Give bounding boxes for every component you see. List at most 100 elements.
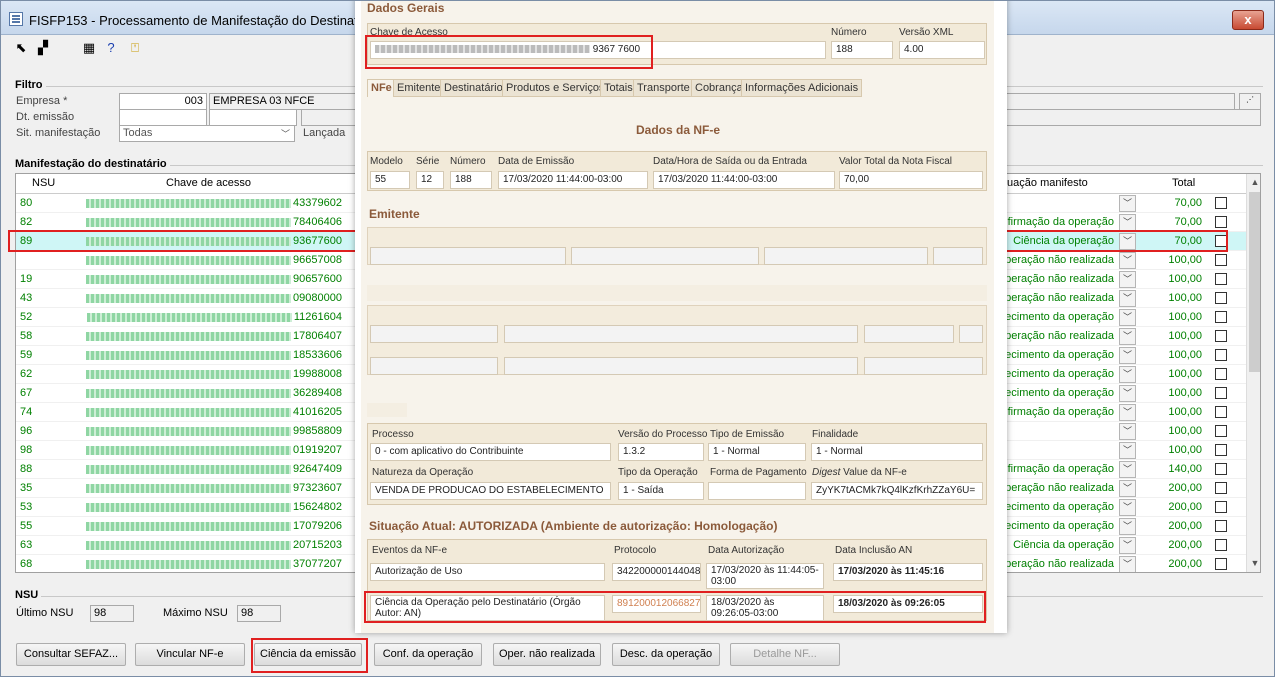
conf-operacao-button[interactable]: Conf. da operação [374,643,482,666]
versao-xml-field: 4.00 [899,41,985,59]
nfe-tabs: NFe Emitente Destinatário Produtos e Ser… [367,79,987,97]
tab-nfe[interactable]: NFe [367,79,396,97]
chevron-down-icon[interactable]: ﹀ [1119,499,1136,516]
chevron-down-icon[interactable]: ﹀ [1119,233,1136,250]
row-chave: 37077207 [76,558,342,570]
row-checkbox[interactable] [1215,311,1227,323]
emitente-nome-blurred [571,247,759,265]
row-checkbox[interactable] [1215,406,1227,418]
row-chave-suffix: 78406406 [293,216,342,228]
row-nsu: 52 [20,311,33,323]
chevron-down-icon[interactable]: ﹀ [1119,366,1136,383]
row-checkbox[interactable] [1215,197,1227,209]
row-checkbox[interactable] [1215,520,1227,532]
filter-title: Filtro [15,79,46,91]
chevron-down-icon[interactable]: ﹀ [1119,518,1136,535]
tab-cobranca[interactable]: Cobrança [691,79,747,97]
chevron-down-icon[interactable]: ﹀ [1119,252,1136,269]
col-nsu[interactable]: NSU [32,177,55,189]
chevron-down-icon[interactable]: ﹀ [1119,537,1136,554]
tab-info-adicionais[interactable]: Informações Adicionais [741,79,863,97]
row-checkbox[interactable] [1215,539,1227,551]
chevron-down-icon[interactable]: ﹀ [1119,271,1136,288]
row-total: 100,00 [1168,349,1202,361]
chevron-down-icon[interactable]: ﹀ [1119,423,1136,440]
data-inclusao-label: Data Inclusão AN [835,545,913,556]
tab-emitente[interactable]: Emitente [393,79,445,97]
row-checkbox[interactable] [1215,501,1227,513]
row-checkbox[interactable] [1215,216,1227,228]
chevron-down-icon[interactable]: ﹀ [1119,290,1136,307]
row-nsu: 74 [20,406,33,418]
row-checkbox[interactable] [1215,235,1227,247]
desc-operacao-button[interactable]: Desc. da operação [612,643,720,666]
chevron-down-icon[interactable]: ﹀ [1119,556,1136,572]
ultimo-nsu-field: 98 [90,605,134,622]
scroll-down-icon[interactable]: ▼ [1247,558,1260,568]
row-checkbox[interactable] [1215,273,1227,285]
dt-emissao-from-field[interactable] [119,109,207,126]
arrow-icon[interactable]: ⬉ [13,40,29,56]
chevron-down-icon[interactable]: ﹀ [1119,480,1136,497]
col-total[interactable]: Total [1172,177,1195,189]
chevron-down-icon[interactable]: ﹀ [1119,385,1136,402]
lookup-icon[interactable]: ⋰ [1239,93,1261,110]
scroll-up-icon[interactable]: ▲ [1247,177,1260,187]
chevron-down-icon[interactable]: ﹀ [1119,328,1136,345]
nfe-detail-popup: Dados Gerais Chave de Acesso 9367 7600 N… [355,1,1007,633]
scroll-thumb[interactable] [1249,192,1260,372]
lancada-label: Lançada [303,127,346,139]
row-checkbox[interactable] [1215,254,1227,266]
windows-icon[interactable]: ▞ [35,40,51,56]
tab-transporte[interactable]: Transporte [633,79,694,97]
dt-emissao-label: Dt. emissão [16,111,75,123]
row-chave: 09080000 [76,292,342,304]
row-chave-suffix: 11261604 [293,311,342,323]
row-checkbox[interactable] [1215,349,1227,361]
grid-icon[interactable]: ▦ [81,40,97,56]
ciencia-emissao-button[interactable]: Ciência da emissão [254,643,362,666]
tab-produtos[interactable]: Produtos e Serviços [502,79,609,97]
row-checkbox[interactable] [1215,482,1227,494]
row-checkbox[interactable] [1215,330,1227,342]
col-situacao[interactable]: tuação manifesto [1004,177,1088,189]
chevron-down-icon[interactable]: ﹀ [1119,404,1136,421]
row-checkbox[interactable] [1215,292,1227,304]
help-icon[interactable]: ? [103,40,119,56]
blurred-key [86,293,292,303]
row-chave-suffix: 20715203 [293,539,342,551]
row-checkbox[interactable] [1215,463,1227,475]
row-total: 70,00 [1174,197,1202,209]
row-chave-suffix: 19988008 [293,368,342,380]
row-checkbox[interactable] [1215,558,1227,570]
col-chave[interactable]: Chave de acesso [166,177,251,189]
door-icon[interactable]: ⍞ [127,40,143,56]
row-chave: 97323607 [76,482,342,494]
blurred-key [86,426,292,436]
sit-manifestacao-select[interactable]: Todas ﹀ [119,125,295,142]
row-total: 100,00 [1168,254,1202,266]
chevron-down-icon[interactable]: ﹀ [1119,309,1136,326]
vincular-nfe-button[interactable]: Vincular NF-e [135,643,245,666]
chevron-down-icon[interactable]: ﹀ [1119,461,1136,478]
row-checkbox[interactable] [1215,387,1227,399]
ev1-protocolo: 342200000144048 [612,563,701,581]
vertical-scrollbar[interactable]: ▲ ▼ [1246,174,1260,572]
chevron-down-icon[interactable]: ﹀ [1119,347,1136,364]
row-checkbox[interactable] [1215,425,1227,437]
close-button[interactable]: x [1232,10,1264,30]
dt-emissao-to-field[interactable] [209,109,297,126]
data-saida-field: 17/03/2020 11:44:00-03:00 [653,171,835,189]
row-nsu: 43 [20,292,33,304]
row-checkbox[interactable] [1215,368,1227,380]
chevron-down-icon[interactable]: ﹀ [1119,195,1136,212]
oper-nao-realizada-button[interactable]: Oper. não realizada [493,643,601,666]
blurred-key [86,540,292,550]
consultar-sefaz-button[interactable]: Consultar SEFAZ... [16,643,126,666]
chevron-down-icon[interactable]: ﹀ [1119,442,1136,459]
row-checkbox[interactable] [1215,444,1227,456]
chevron-down-icon[interactable]: ﹀ [1119,214,1136,231]
tab-destinatario[interactable]: Destinatário [440,79,507,97]
tab-totais[interactable]: Totais [600,79,637,97]
empresa-code-field[interactable]: 003 [119,93,207,110]
